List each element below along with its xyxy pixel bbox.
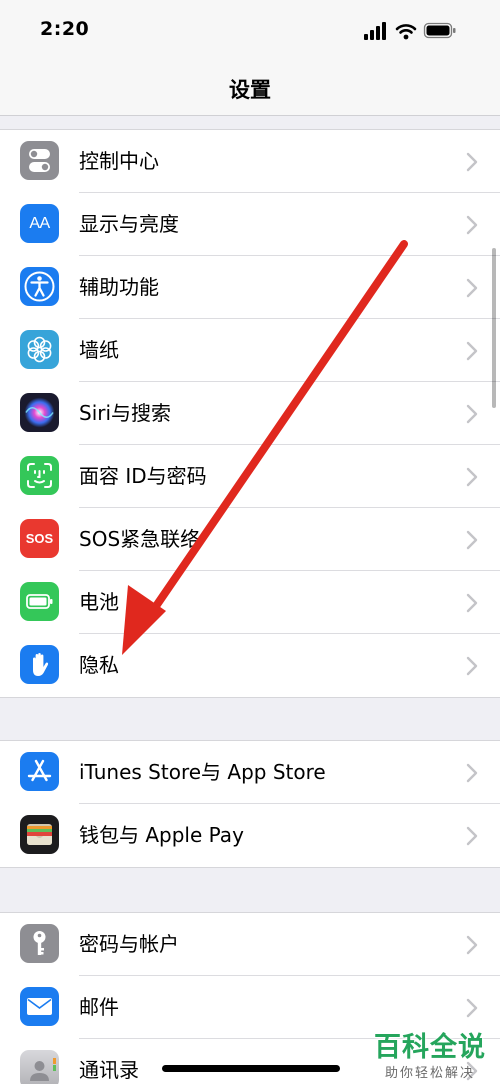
scroll-indicator[interactable] <box>492 248 496 408</box>
settings-row-privacy[interactable]: 隐私 <box>0 634 500 697</box>
home-indicator[interactable] <box>162 1065 340 1072</box>
mail-icon <box>20 987 59 1026</box>
settings-row-control-center[interactable]: 控制中心 <box>0 130 500 193</box>
settings-row-label: 电池 <box>79 590 119 614</box>
settings-row-emergency-sos[interactable]: SOS SOS紧急联络 <box>0 508 500 571</box>
settings-row-label: 邮件 <box>79 995 119 1019</box>
battery-icon <box>20 582 59 621</box>
chevron-right-icon <box>466 935 478 955</box>
wifi-icon <box>395 24 417 40</box>
settings-row-label: 密码与帐户 <box>79 932 179 956</box>
chevron-right-icon <box>466 593 478 613</box>
chevron-right-icon <box>466 341 478 361</box>
settings-row-itunes-app-store[interactable]: iTunes Store与 App Store <box>0 741 500 804</box>
settings-row-siri[interactable]: Siri与搜索 <box>0 382 500 445</box>
contacts-icon <box>20 1050 59 1084</box>
status-time: 2:20 <box>40 18 90 40</box>
watermark-tagline: 助你轻松解决 <box>384 1066 475 1081</box>
chevron-right-icon <box>466 998 478 1018</box>
control-center-icon <box>20 141 59 180</box>
settings-row-wallpaper[interactable]: 墙纸 <box>0 319 500 382</box>
settings-row-face-id[interactable]: 面容 ID与密码 <box>0 445 500 508</box>
status-bar: 2:20 <box>0 0 500 60</box>
chevron-right-icon <box>466 763 478 783</box>
settings-row-label: 隐私 <box>79 653 119 677</box>
settings-row-label: SOS紧急联络 <box>79 527 201 551</box>
wallpaper-icon <box>20 330 59 369</box>
settings-row-label: iTunes Store与 App Store <box>79 760 326 784</box>
face-id-icon <box>20 456 59 495</box>
chevron-right-icon <box>466 530 478 550</box>
battery-icon-status <box>423 22 456 39</box>
settings-row-display-brightness[interactable]: AA 显示与亮度 <box>0 193 500 256</box>
watermark: 百科全说 助你轻松解决 <box>374 1025 486 1081</box>
settings-row-label: 墙纸 <box>79 338 119 362</box>
chevron-right-icon <box>466 404 478 424</box>
status-icons <box>364 22 456 40</box>
page-title: 设置 <box>229 78 271 102</box>
wallet-icon <box>20 815 59 854</box>
settings-row-label: 通讯录 <box>79 1058 139 1082</box>
settings-row-passwords-accounts[interactable]: 密码与帐户 <box>0 913 500 976</box>
key-icon <box>20 924 59 963</box>
siri-icon <box>20 393 59 432</box>
watermark-logo: 百科全说 <box>374 1032 486 1063</box>
app-store-icon <box>20 752 59 791</box>
settings-row-label: 辅助功能 <box>79 275 159 299</box>
accessibility-icon <box>20 267 59 306</box>
chevron-right-icon <box>466 278 478 298</box>
settings-row-battery[interactable]: 电池 <box>0 571 500 634</box>
chevron-right-icon <box>466 467 478 487</box>
display-brightness-icon: AA <box>20 204 59 243</box>
sos-icon: SOS <box>20 519 59 558</box>
privacy-hand-icon <box>20 645 59 684</box>
chevron-right-icon <box>466 152 478 172</box>
nav-bar: 设置 <box>0 60 500 116</box>
cellular-signal-icon <box>364 22 386 40</box>
settings-row-label: Siri与搜索 <box>79 401 172 425</box>
settings-row-label: 钱包与 Apple Pay <box>79 823 244 847</box>
settings-row-accessibility[interactable]: 辅助功能 <box>0 256 500 319</box>
settings-row-label: 控制中心 <box>79 149 159 173</box>
settings-group-system: 控制中心 AA 显示与亮度 辅助功能 墙纸 Siri与搜索 面容 ID与密码 S… <box>0 129 500 698</box>
settings-group-stores: iTunes Store与 App Store 钱包与 Apple Pay <box>0 740 500 868</box>
chevron-right-icon <box>466 826 478 846</box>
chevron-right-icon <box>466 215 478 235</box>
settings-row-label: 显示与亮度 <box>79 212 179 236</box>
settings-row-label: 面容 ID与密码 <box>79 464 207 488</box>
settings-row-wallet-apple-pay[interactable]: 钱包与 Apple Pay <box>0 804 500 867</box>
chevron-right-icon <box>466 656 478 676</box>
